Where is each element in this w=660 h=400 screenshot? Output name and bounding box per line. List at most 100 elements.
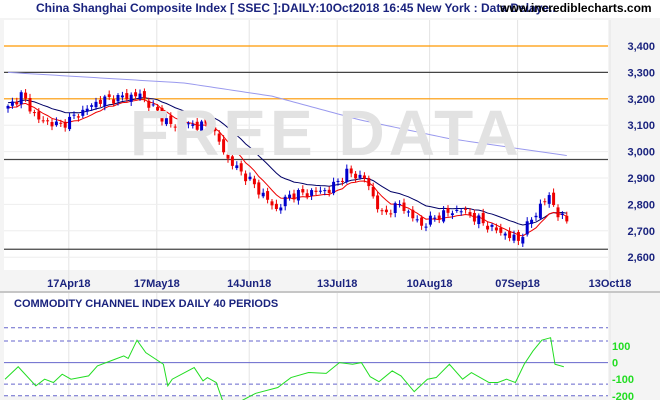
- candle-body: [257, 182, 261, 195]
- candle-body: [76, 116, 80, 118]
- candle-body: [543, 201, 547, 203]
- x-tick-label: 10Aug18: [407, 278, 453, 290]
- y-tick-label: 3,000: [627, 147, 655, 159]
- candle-body: [472, 212, 476, 222]
- candle-body: [63, 121, 67, 128]
- candle-body: [437, 215, 441, 220]
- candle-body: [371, 186, 375, 197]
- candle-body: [376, 195, 380, 210]
- cci-tick-label: 0: [612, 358, 618, 370]
- candle-body: [6, 105, 10, 109]
- cci-tick-label: -200: [612, 391, 634, 400]
- candle-body: [411, 209, 415, 219]
- candle-body: [345, 168, 349, 182]
- y-tick-label: 2,700: [627, 226, 655, 238]
- candle-body: [534, 215, 538, 218]
- candle-body: [279, 207, 283, 211]
- x-tick-label: 07Sep18: [495, 278, 540, 290]
- candle-body: [547, 195, 551, 204]
- candle-body: [301, 189, 305, 193]
- candle-body: [556, 207, 560, 218]
- candle-body: [32, 112, 36, 114]
- candle-body: [112, 99, 116, 104]
- candle-body: [525, 221, 529, 235]
- candle-body: [459, 211, 463, 213]
- site-link[interactable]: www.incrediblecharts.com: [500, 1, 652, 15]
- candle-body: [530, 219, 534, 224]
- candle-body: [54, 121, 58, 126]
- y-tick-label: 3,200: [627, 94, 655, 106]
- candle-body: [288, 194, 292, 198]
- candle-body: [420, 217, 424, 226]
- candle-body: [332, 181, 336, 194]
- candle-body: [512, 234, 516, 241]
- x-tick-label: 14Jun18: [227, 278, 271, 290]
- x-tick-label: 17May18: [134, 278, 180, 290]
- candle-body: [455, 209, 459, 211]
- candle-body: [28, 98, 32, 112]
- candle-body: [244, 173, 248, 182]
- candle-body: [384, 209, 388, 213]
- candle-body: [37, 111, 41, 120]
- candle-body: [252, 178, 256, 185]
- watermark: FREE DATA: [130, 97, 523, 169]
- candle-body: [358, 174, 362, 178]
- candle-body: [503, 233, 507, 236]
- candle-body: [402, 202, 406, 211]
- candle-body: [481, 212, 485, 224]
- candle-body: [494, 227, 498, 231]
- candle-body: [125, 93, 129, 100]
- candle-body: [424, 226, 428, 228]
- candle-body: [552, 192, 556, 206]
- candle-body: [521, 237, 525, 244]
- candle-body: [46, 120, 50, 122]
- x-tick-label: 13Jul18: [317, 278, 357, 290]
- candle-body: [446, 208, 450, 213]
- chart-window: 17Apr18 17May18 14Jun18 13Jul18 10Aug18 07Sep…: [0, 0, 660, 400]
- cci-tick-label: 100: [612, 341, 630, 353]
- y-tick-label: 2,600: [627, 252, 655, 264]
- candle-body: [450, 213, 454, 216]
- candle-body: [116, 95, 120, 102]
- candle-body: [477, 215, 481, 225]
- y-tick-label: 3,100: [627, 120, 655, 132]
- candle-body: [292, 193, 296, 200]
- candle-body: [50, 121, 54, 127]
- candle-body: [10, 101, 14, 106]
- candle-body: [433, 217, 437, 219]
- candle-body: [305, 193, 309, 197]
- chart-canvas: 17Apr18 17May18 14Jun18 13Jul18 10Aug18 07Sep…: [0, 18, 660, 400]
- candle-body: [336, 180, 340, 182]
- y-tick-label: 3,400: [627, 41, 655, 53]
- candle-body: [81, 109, 85, 116]
- candle-body: [415, 219, 419, 221]
- candle-body: [389, 213, 393, 215]
- candle-body: [490, 224, 494, 227]
- candle-body: [296, 189, 300, 201]
- cci-title: COMMODITY CHANNEL INDEX DAILY 40 PERIODS: [14, 298, 279, 310]
- candle-body: [367, 178, 371, 187]
- candle-body: [565, 215, 569, 222]
- candle-body: [261, 192, 265, 197]
- y-tick-label: 2,900: [627, 173, 655, 185]
- candle-body: [314, 190, 318, 192]
- candle-body: [362, 175, 366, 179]
- x-tick-label: 17Apr18: [47, 278, 90, 290]
- candle-body: [15, 101, 19, 105]
- candle-body: [103, 96, 107, 107]
- candle-body: [393, 203, 397, 214]
- y-tick-label: 2,800: [627, 199, 655, 211]
- candle-body: [274, 203, 278, 210]
- candle-body: [85, 108, 89, 112]
- chart-title: China Shanghai Composite Index [ SSEC ]:…: [36, 1, 556, 15]
- candle-body: [19, 92, 23, 105]
- candle-body: [94, 101, 98, 108]
- candle-body: [41, 120, 45, 122]
- candle-body: [59, 122, 63, 124]
- candle-body: [468, 212, 472, 216]
- candle-body: [90, 105, 94, 107]
- candle-body: [310, 190, 314, 196]
- candle-body: [380, 210, 384, 212]
- candle-body: [24, 92, 28, 99]
- candle-body: [508, 230, 512, 239]
